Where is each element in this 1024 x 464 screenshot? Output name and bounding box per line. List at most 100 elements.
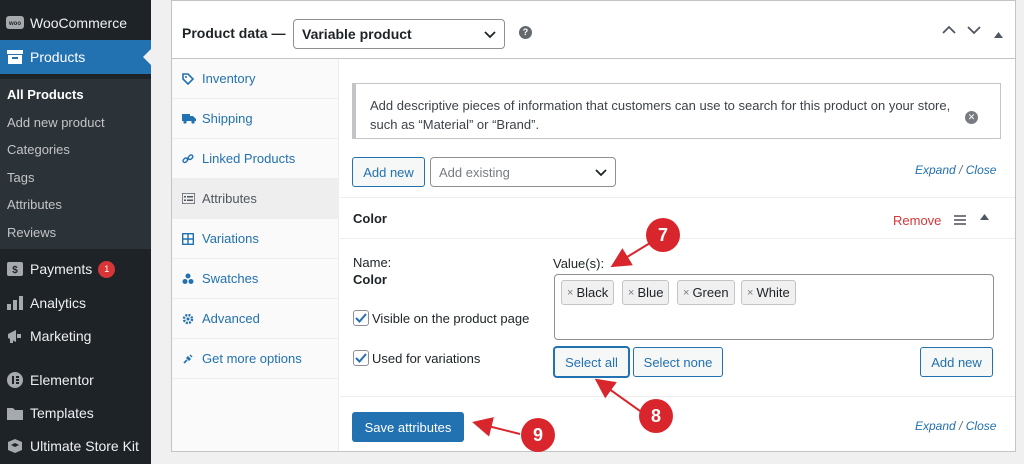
- plug-icon: [182, 353, 202, 365]
- submenu-all-products[interactable]: All Products: [0, 81, 151, 109]
- submenu-categories[interactable]: Categories: [0, 136, 151, 164]
- grid-icon: [182, 232, 202, 245]
- move-up-icon[interactable]: [942, 23, 956, 38]
- value-chip-label: Black: [576, 285, 609, 300]
- tab-inventory[interactable]: Inventory: [172, 59, 338, 99]
- admin-sidebar: woo WooCommerce Products All Products Ad…: [0, 0, 151, 464]
- bar-chart-icon: [0, 296, 30, 310]
- expand-link[interactable]: Expand: [915, 163, 956, 177]
- select-none-button[interactable]: Select none: [633, 347, 723, 377]
- tab-shipping[interactable]: Shipping: [172, 99, 338, 139]
- remove-value-icon[interactable]: ×: [567, 287, 573, 299]
- tab-swatches-label: Swatches: [202, 271, 259, 286]
- remove-attribute-link[interactable]: Remove: [893, 213, 941, 228]
- tab-linked-products[interactable]: Linked Products: [172, 139, 338, 179]
- tab-advanced[interactable]: Advanced: [172, 299, 338, 339]
- add-new-value-button[interactable]: Add new: [920, 347, 993, 377]
- add-existing-select[interactable]: Add existing: [430, 157, 616, 187]
- name-value: Color: [353, 272, 387, 287]
- link-separator: /: [959, 163, 963, 177]
- tab-get-more-options-label: Get more options: [202, 351, 302, 366]
- value-chip: × White: [741, 280, 796, 305]
- select-all-button[interactable]: Select all: [554, 347, 629, 377]
- tab-attributes[interactable]: Attributes: [172, 179, 338, 219]
- product-data-tabs: Inventory Shipping Linked Products Attri…: [172, 59, 339, 451]
- tab-shipping-label: Shipping: [202, 111, 253, 126]
- used-for-variations-checkbox[interactable]: [353, 350, 369, 366]
- submenu-reviews[interactable]: Reviews: [0, 219, 151, 247]
- link-icon: [182, 153, 202, 165]
- step-callout-8: 8: [639, 399, 673, 433]
- name-label: Name:: [353, 255, 392, 270]
- elementor-icon: [0, 372, 30, 388]
- drag-handle-icon[interactable]: [954, 213, 966, 228]
- submenu-tags[interactable]: Tags: [0, 164, 151, 192]
- remove-value-icon[interactable]: ×: [747, 287, 753, 299]
- menu-marketing-label: Marketing: [30, 328, 92, 344]
- product-type-select[interactable]: Variable product: [293, 19, 505, 49]
- step-callout-7: 7: [646, 218, 680, 252]
- help-icon[interactable]: ?: [519, 26, 532, 39]
- move-down-icon[interactable]: [967, 23, 981, 38]
- value-chip: × Black: [561, 280, 615, 305]
- visible-on-product-page-label: Visible on the product page: [372, 311, 530, 326]
- menu-woocommerce[interactable]: woo WooCommerce: [0, 6, 151, 40]
- save-attributes-button[interactable]: Save attributes: [352, 412, 464, 442]
- close-icon[interactable]: ✕: [965, 111, 978, 124]
- tag-icon: [182, 72, 202, 85]
- add-new-attribute-button[interactable]: Add new: [352, 157, 425, 187]
- collapse-arrow-icon[interactable]: [980, 212, 989, 223]
- folder-icon: [0, 406, 30, 420]
- payments-icon: $: [0, 262, 30, 276]
- menu-woocommerce-label: WooCommerce: [30, 15, 127, 31]
- menu-analytics[interactable]: Analytics: [0, 286, 151, 320]
- remove-value-icon[interactable]: ×: [683, 287, 689, 299]
- tab-variations[interactable]: Variations: [172, 219, 338, 259]
- expand-close-links-bottom: Expand / Close: [915, 419, 996, 433]
- values-label: Value(s):: [553, 256, 605, 271]
- value-chip: × Green: [677, 280, 735, 305]
- menu-templates[interactable]: Templates: [0, 396, 151, 430]
- used-for-variations-label: Used for variations: [372, 351, 481, 366]
- visible-on-product-page-checkbox[interactable]: [353, 310, 369, 326]
- menu-marketing[interactable]: Marketing: [0, 319, 151, 353]
- expand-link[interactable]: Expand: [915, 419, 956, 433]
- tab-swatches[interactable]: Swatches: [172, 259, 338, 299]
- value-chip-label: White: [756, 285, 790, 300]
- menu-templates-label: Templates: [30, 405, 94, 421]
- postbox-header: Product data — Variable product ?: [172, 1, 1015, 59]
- archive-icon: [0, 50, 30, 64]
- tab-inventory-label: Inventory: [202, 71, 256, 86]
- collapse-toggle-icon[interactable]: [994, 26, 1003, 41]
- submenu-attributes[interactable]: Attributes: [0, 191, 151, 219]
- close-link[interactable]: Close: [966, 419, 997, 433]
- menu-ultimate-store-kit[interactable]: Ultimate Store Kit: [0, 429, 151, 463]
- step-callout-9: 9: [521, 418, 555, 452]
- chevron-down-icon: [595, 165, 607, 180]
- values-input[interactable]: × Black × Blue × Green × White: [554, 274, 994, 340]
- product-type-value: Variable product: [302, 26, 412, 42]
- swatches-icon: [182, 273, 202, 285]
- menu-ultimate-store-kit-label: Ultimate Store Kit: [30, 438, 139, 454]
- megaphone-icon: [0, 329, 30, 343]
- attribute-header-name: Color: [353, 211, 387, 226]
- menu-analytics-label: Analytics: [30, 295, 87, 311]
- menu-elementor-label: Elementor: [30, 372, 94, 388]
- attributes-notice: Add descriptive pieces of information th…: [352, 83, 1001, 139]
- menu-payments-label: Payments: [30, 261, 93, 277]
- menu-products-label: Products: [30, 49, 86, 65]
- svg-text:woo: woo: [8, 21, 21, 27]
- menu-elementor[interactable]: Elementor: [0, 363, 151, 397]
- close-link[interactable]: Close: [966, 163, 997, 177]
- menu-products[interactable]: Products: [0, 40, 151, 74]
- list-icon: [182, 193, 202, 204]
- tab-get-more-options[interactable]: Get more options: [172, 339, 338, 379]
- svg-text:$: $: [12, 265, 18, 276]
- value-chip: × Blue: [622, 280, 670, 305]
- tab-linked-products-label: Linked Products: [202, 151, 296, 166]
- remove-value-icon[interactable]: ×: [628, 287, 634, 299]
- submenu-add-new-product[interactable]: Add new product: [0, 109, 151, 137]
- tab-advanced-label: Advanced: [202, 311, 260, 326]
- tab-variations-label: Variations: [202, 231, 259, 246]
- menu-payments[interactable]: $ Payments 1: [0, 252, 151, 286]
